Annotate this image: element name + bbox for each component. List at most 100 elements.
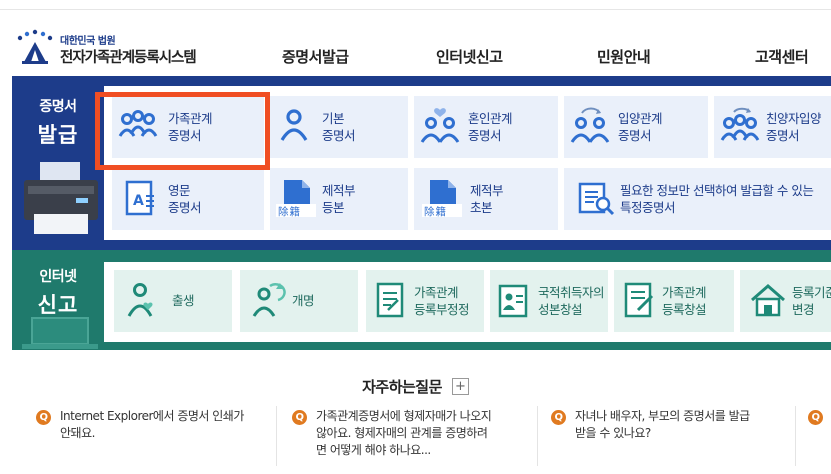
certificate-label-line2: 발급: [37, 123, 79, 147]
tile-line2: 등록부정정: [414, 302, 470, 317]
tile-removed-register-abstract[interactable]: 除籍 제적부 초본: [414, 168, 558, 230]
faq-item-partial[interactable]: Q: [808, 408, 831, 468]
tile-adoption-certificate[interactable]: 입양관계 증명서: [564, 96, 708, 158]
tile-line1: 입양관계: [618, 111, 663, 126]
adoption-icon: [570, 106, 610, 146]
faq-q-badge: Q: [36, 410, 51, 425]
tile-line1: 영문: [168, 183, 191, 198]
report-category-label: 인터넷 신고: [12, 266, 104, 319]
tile-birth-report[interactable]: 출생: [114, 270, 232, 332]
faq-more-button[interactable]: +: [451, 378, 469, 395]
register-document-icon: 除籍: [274, 178, 318, 218]
faq-line: 면 어떻게 해야 하나요...: [316, 443, 431, 457]
tile-english-certificate[interactable]: A 영문 증명서: [112, 168, 264, 230]
logo-title: 전자가족관계등록시스템: [60, 50, 197, 66]
tile-line1: 필요한 정보만 선택하여 발급할 수 있는: [620, 183, 814, 198]
register-badge: 除籍: [424, 206, 447, 218]
tile-line1: 국적취득자의: [538, 285, 605, 300]
faq-line: 안돼요.: [60, 426, 95, 440]
edit-document-icon: [372, 280, 412, 320]
tile-register-correction[interactable]: 가족관계 등록부정정: [366, 270, 484, 332]
faq-divider: [795, 406, 796, 466]
printer-icon: [24, 162, 98, 234]
tile-specific-certificate[interactable]: 필요한 정보만 선택하여 발급할 수 있는 특정증명서: [564, 168, 831, 230]
tile-line2: 등본: [322, 200, 345, 215]
register-badge: 除籍: [278, 206, 301, 218]
rename-icon: [250, 280, 290, 320]
nav-certificate-issue[interactable]: 증명서발급: [282, 46, 349, 67]
english-document-icon: A: [120, 178, 160, 218]
faq-header: 자주하는질문 +: [0, 376, 831, 397]
svg-text:A: A: [133, 193, 144, 209]
id-card-icon: [496, 280, 536, 320]
tile-line2: 특정증명서: [620, 200, 676, 215]
certificate-category-label: 증명서 발급: [12, 96, 104, 149]
tile-line2: 증명서: [322, 128, 356, 143]
family-adoption-icon: [720, 106, 760, 146]
family-icon: [118, 106, 158, 146]
tile-naturalized-surname[interactable]: 국적취득자의 성본창설: [490, 270, 608, 332]
tile-registration-base-change[interactable]: 등록기준지 변경: [740, 270, 831, 332]
faq-title: 자주하는질문: [362, 378, 442, 396]
court-emblem-icon: [17, 29, 53, 64]
tile-line1: 혼인관계: [468, 111, 513, 126]
faq-line: 자녀나 배우자, 부모의 증명서를 발급: [575, 409, 750, 423]
search-document-icon: [576, 178, 616, 218]
house-icon: [748, 280, 788, 320]
tile-line2: 초본: [470, 200, 493, 215]
report-label-line1: 인터넷: [39, 269, 77, 285]
register-document-icon: 除籍: [420, 178, 464, 218]
faq-item-family-certificate[interactable]: Q 자녀나 배우자, 부모의 증명서를 발급 받을 수 있나요?: [551, 408, 787, 468]
tile-family-relation-certificate[interactable]: 가족관계 증명서: [112, 96, 264, 158]
create-document-icon: [620, 280, 660, 320]
site-header: 대한민국 법원 전자가족관계등록시스템 증명서발급 인터넷신고 민원안내 고객센…: [0, 10, 831, 76]
top-utility-strip: [0, 0, 831, 10]
faq-item-ie-print[interactable]: Q Internet Explorer에서 증명서 인쇄가 안돼요.: [36, 408, 264, 468]
tile-line2: 등록창설: [662, 302, 707, 317]
nav-internet-report[interactable]: 인터넷신고: [436, 46, 503, 67]
tile-line2: 증명서: [168, 200, 202, 215]
faq-divider: [537, 406, 538, 466]
tile-line2: 성본창설: [538, 302, 583, 317]
faq-item-siblings[interactable]: Q 가족관계증명서에 형제자매가 나오지 않아요. 형제자매의 관계를 증명하려…: [292, 408, 532, 468]
person-icon: [274, 106, 314, 146]
site-logo[interactable]: 대한민국 법원 전자가족관계등록시스템: [14, 28, 214, 72]
faq-q-badge: Q: [551, 410, 566, 425]
tile-line2: 증명서: [618, 128, 652, 143]
tile-line1: 개명: [292, 293, 315, 308]
tile-line2: 증명서: [468, 128, 502, 143]
tile-marriage-certificate[interactable]: 혼인관계 증명서: [414, 96, 558, 158]
faq-line: 않아요. 형제자매의 관계를 증명하려: [316, 426, 488, 440]
logo-subtitle: 대한민국 법원: [60, 36, 116, 47]
faq-line: 가족관계증명서에 형제자매가 나오지: [316, 409, 492, 423]
tile-name-change-report[interactable]: 개명: [240, 270, 358, 332]
laptop-icon: [22, 317, 98, 349]
tile-line1: 가족관계: [168, 111, 213, 126]
faq-divider: [276, 406, 277, 466]
certificate-label-line1: 증명서: [39, 99, 77, 115]
tile-line1: 출생: [172, 293, 195, 308]
baby-icon: [124, 280, 164, 320]
tile-basic-certificate[interactable]: 기본 증명서: [270, 96, 408, 158]
tile-line1: 기본: [322, 111, 345, 126]
nav-customer-center[interactable]: 고객센터: [755, 46, 809, 67]
nav-civil-guide[interactable]: 민원안내: [597, 46, 651, 67]
tile-line1: 등록기준지: [792, 285, 831, 300]
tile-line1: 제적부: [322, 183, 356, 198]
faq-q-badge: Q: [808, 410, 823, 425]
faq-line: 받을 수 있나요?: [575, 426, 651, 440]
tile-register-creation[interactable]: 가족관계 등록창설: [614, 270, 734, 332]
tile-line2: 증명서: [766, 128, 800, 143]
tile-removed-register-full[interactable]: 除籍 제적부 등본: [270, 168, 408, 230]
couple-heart-icon: [420, 106, 460, 146]
faq-line: Internet Explorer에서 증명서 인쇄가: [60, 409, 244, 423]
tile-line1: 가족관계: [414, 285, 459, 300]
tile-line2: 증명서: [168, 128, 202, 143]
tile-line2: 변경: [792, 302, 815, 317]
tile-full-adoption-certificate[interactable]: 친양자입양 증명서: [714, 96, 831, 158]
tile-line1: 제적부: [470, 183, 504, 198]
tile-line1: 가족관계: [662, 285, 707, 300]
report-label-line2: 신고: [37, 293, 79, 317]
tile-line1: 친양자입양: [766, 111, 822, 126]
faq-q-badge: Q: [292, 410, 307, 425]
